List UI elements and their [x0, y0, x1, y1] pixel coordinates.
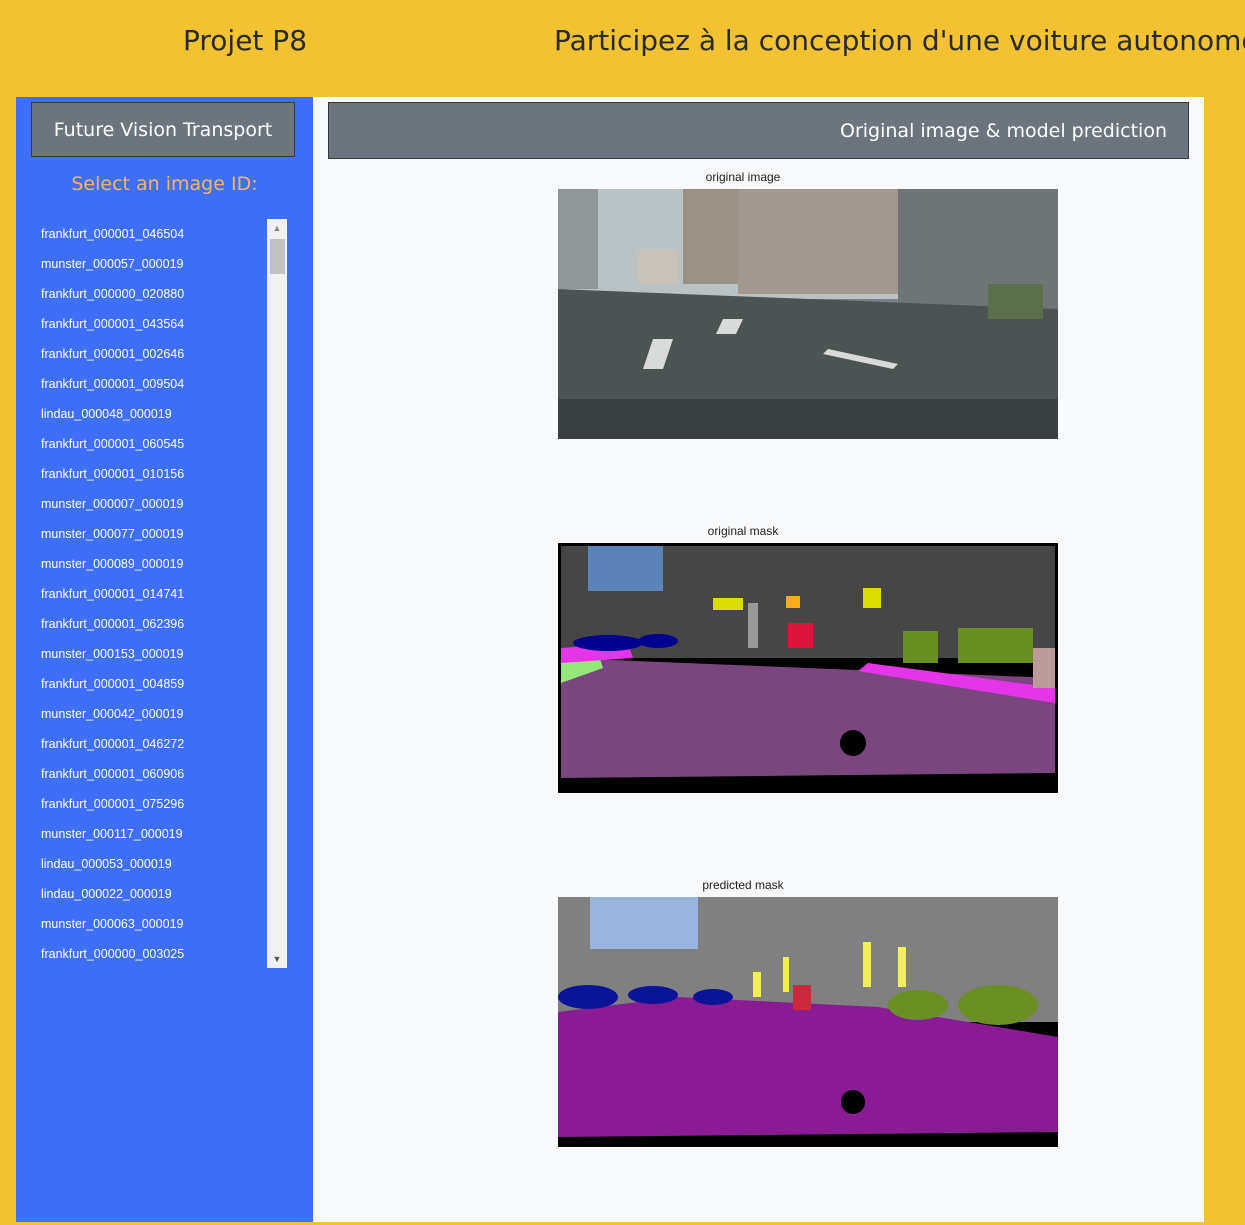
image-id-option[interactable]: munster_000089_000019 — [27, 549, 287, 579]
image-id-option[interactable]: lindau_000048_000019 — [27, 399, 287, 429]
image-id-list[interactable]: frankfurt_000001_046504 munster_000057_00… — [27, 219, 287, 968]
sidebar: Future Vision Transport Select an image … — [16, 97, 313, 1222]
image-id-option[interactable]: munster_000117_000019 — [27, 819, 287, 849]
image-id-option[interactable]: munster_000153_000019 — [27, 639, 287, 669]
original-image-caption: original image — [705, 170, 781, 184]
image-id-option[interactable]: lindau_000022_000019 — [27, 879, 287, 909]
image-id-option[interactable]: munster_000063_000019 — [27, 909, 287, 939]
image-id-option[interactable]: munster_000077_000019 — [27, 519, 287, 549]
image-id-option[interactable]: frankfurt_000001_043564 — [27, 309, 287, 339]
select-image-label: Select an image ID: — [71, 173, 258, 195]
brand-title: Future Vision Transport — [31, 102, 295, 157]
image-id-option[interactable]: frankfurt_000001_075296 — [27, 789, 287, 819]
image-id-option[interactable]: munster_000007_000019 — [27, 489, 287, 519]
predicted-mask — [558, 897, 1058, 1147]
image-id-option[interactable]: frankfurt_000001_002646 — [27, 339, 287, 369]
image-id-option[interactable]: frankfurt_000001_014741 — [27, 579, 287, 609]
image-id-option[interactable]: frankfurt_000000_003025 — [27, 939, 287, 968]
scroll-down-arrow-icon[interactable]: ▼ — [267, 954, 287, 964]
original-mask — [558, 543, 1058, 793]
section-title: Original image & model prediction — [328, 102, 1189, 159]
list-scrollbar[interactable]: ▲ ▼ — [267, 219, 287, 968]
image-id-option[interactable]: munster_000042_000019 — [27, 699, 287, 729]
project-title: Projet P8 — [183, 24, 308, 57]
scrollbar-thumb[interactable] — [270, 239, 285, 274]
image-id-option[interactable]: frankfurt_000000_020880 — [27, 279, 287, 309]
main-panel: Original image & model prediction origin… — [313, 97, 1204, 1222]
image-id-option[interactable]: frankfurt_000001_004859 — [27, 669, 287, 699]
scroll-up-arrow-icon[interactable]: ▲ — [267, 223, 287, 233]
image-id-option[interactable]: frankfurt_000001_062396 — [27, 609, 287, 639]
image-id-option[interactable]: frankfurt_000001_010156 — [27, 459, 287, 489]
app-title: Participez à la conception d'une voiture… — [554, 24, 1245, 57]
image-id-option[interactable]: munster_000057_000019 — [27, 249, 287, 279]
image-id-option[interactable]: frankfurt_000001_060545 — [27, 429, 287, 459]
image-id-option[interactable]: frankfurt_000001_046272 — [27, 729, 287, 759]
original-image — [558, 189, 1058, 439]
image-id-option[interactable]: frankfurt_000001_060906 — [27, 759, 287, 789]
image-id-option[interactable]: frankfurt_000001_009504 — [27, 369, 287, 399]
image-id-option[interactable]: frankfurt_000001_046504 — [27, 219, 287, 249]
image-id-option[interactable]: lindau_000053_000019 — [27, 849, 287, 879]
predicted-mask-caption: predicted mask — [702, 878, 784, 892]
original-mask-caption: original mask — [707, 524, 779, 538]
